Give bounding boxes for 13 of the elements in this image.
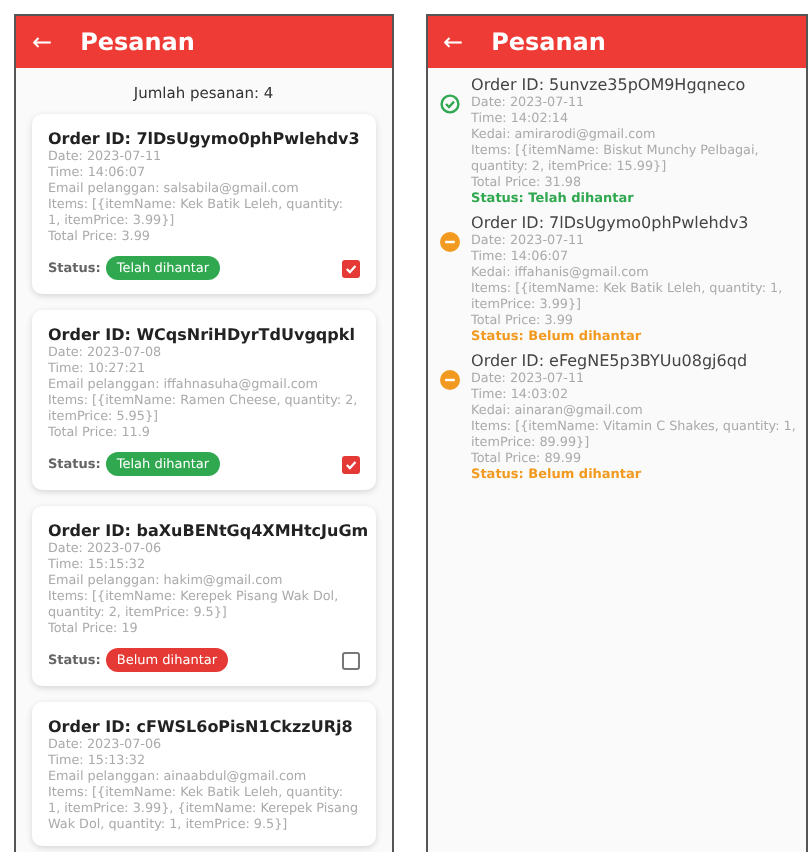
delivered-checkbox[interactable]: [341, 651, 360, 669]
screen-title: Pesanan: [491, 28, 606, 56]
order-id: Order ID: 5unvze35pOM9Hgqneco: [471, 76, 748, 94]
screen-title: Pesanan: [80, 28, 195, 56]
order-id: Order ID: WCqsNriHDyrTdUvgqpkl: [48, 326, 357, 344]
order-id: Order ID: eFegNE5p3BYUu08gj6qd: [471, 352, 750, 370]
order-id: Order ID: 7lDsUgymo0phPwlehdv3: [48, 130, 360, 148]
order-id: Order ID: 7lDsUgymo0phPwlehdv3: [471, 214, 751, 232]
back-button[interactable]: ←: [32, 28, 53, 56]
back-button[interactable]: ←: [443, 28, 464, 56]
delivered-checkbox[interactable]: [341, 455, 360, 473]
delivered-checkbox[interactable]: [341, 259, 360, 277]
order-id: Order ID: cFWSL6oPisN1CkzzURj8: [48, 718, 355, 736]
